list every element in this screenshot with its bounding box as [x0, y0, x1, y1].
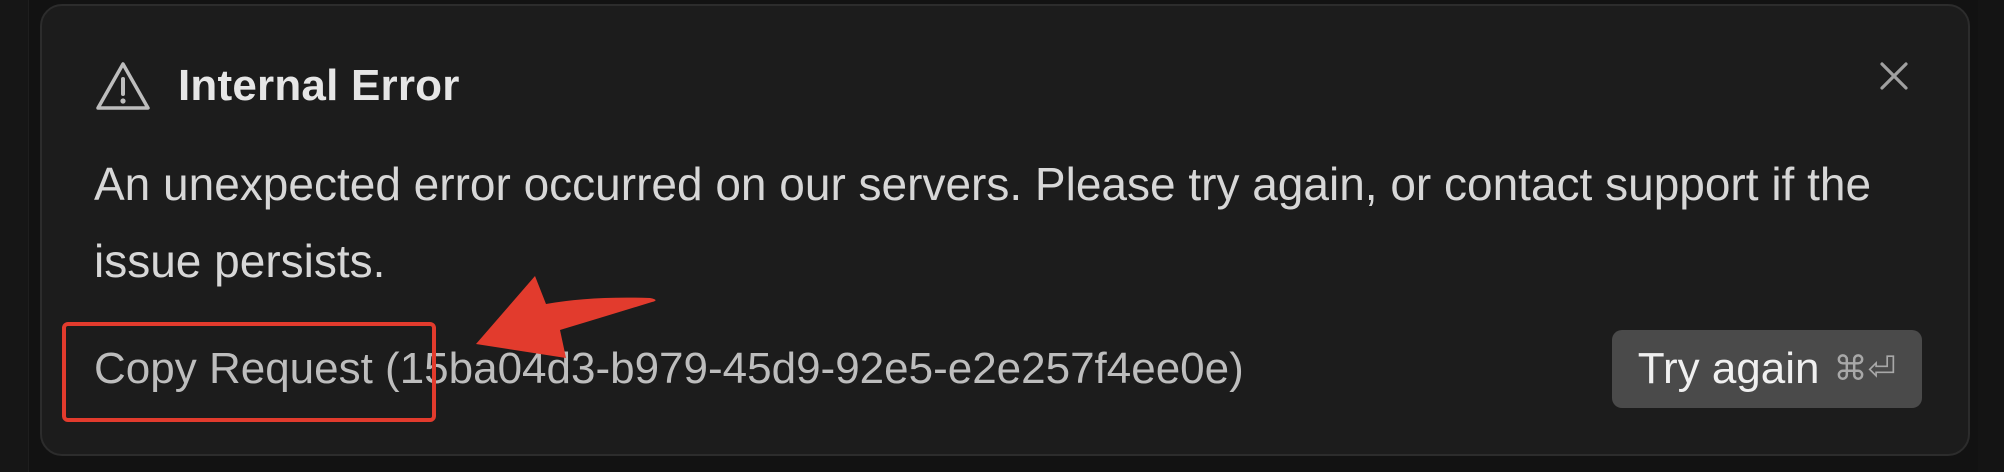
close-icon[interactable]	[1874, 56, 1914, 96]
background-panel-left	[0, 0, 29, 472]
keyboard-shortcut-hint: ⌘⏎	[1833, 349, 1897, 389]
error-dialog: Internal Error An unexpected error occur…	[40, 4, 1970, 456]
copy-request-link[interactable]: Copy Request (15ba04d3-b979-45d9-92e5-e2…	[94, 344, 1244, 394]
warning-triangle-icon	[96, 62, 150, 110]
dialog-title: Internal Error	[178, 61, 460, 110]
try-again-label: Try again	[1637, 344, 1820, 393]
screen: Internal Error An unexpected error occur…	[0, 0, 2004, 472]
error-message: An unexpected error occurred on our serv…	[94, 158, 1872, 287]
background-panel-right	[1978, 0, 2004, 472]
dialog-header: Internal Error	[94, 60, 460, 112]
try-again-button[interactable]: Try again ⌘⏎	[1611, 330, 1922, 408]
